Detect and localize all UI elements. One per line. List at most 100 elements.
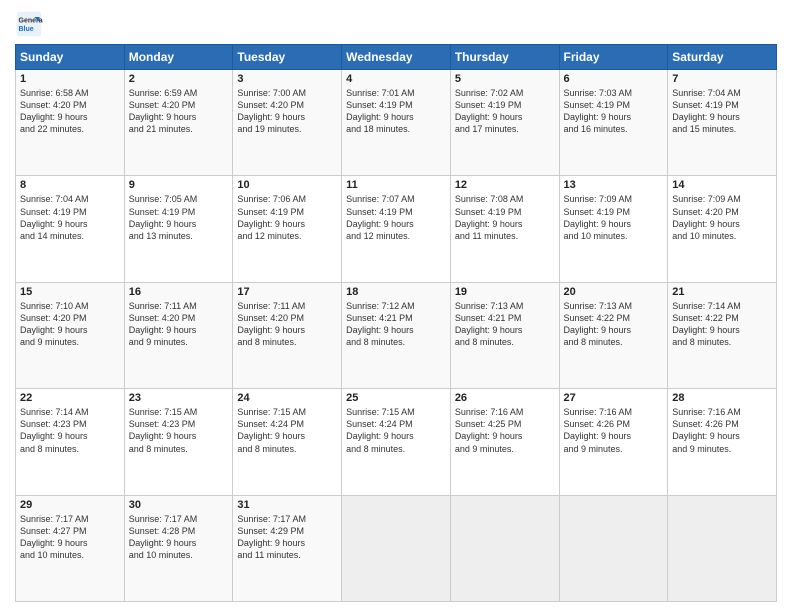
calendar-cell: 19 Sunrise: 7:13 AMSunset: 4:21 PMDayligh… [450,282,559,388]
calendar-cell [668,495,777,601]
day-number: 8 [20,179,120,191]
cell-info: Sunrise: 7:17 AMSunset: 4:27 PMDaylight:… [20,513,120,562]
cell-info: Sunrise: 7:15 AMSunset: 4:24 PMDaylight:… [237,406,337,455]
cell-info: Sunrise: 7:13 AMSunset: 4:21 PMDaylight:… [455,300,555,349]
svg-text:Blue: Blue [19,26,34,33]
day-number: 14 [672,179,772,191]
cell-info: Sunrise: 7:11 AMSunset: 4:20 PMDaylight:… [129,300,229,349]
calendar-cell: 16 Sunrise: 7:11 AMSunset: 4:20 PMDayligh… [124,282,233,388]
calendar-cell: 9 Sunrise: 7:05 AMSunset: 4:19 PMDaylight… [124,176,233,282]
cell-info: Sunrise: 7:02 AMSunset: 4:19 PMDaylight:… [455,87,555,136]
day-number: 20 [564,286,664,298]
day-number: 31 [237,499,337,511]
calendar-cell: 15 Sunrise: 7:10 AMSunset: 4:20 PMDayligh… [16,282,125,388]
day-number: 17 [237,286,337,298]
calendar-cell: 10Sunrise: 7:06 AMSunset: 4:19 PMDayligh… [233,176,342,282]
cell-info: Sunrise: 7:08 AMSunset: 4:19 PMDaylight:… [455,193,555,242]
cell-info: Sunrise: 7:14 AMSunset: 4:23 PMDaylight:… [20,406,120,455]
calendar-week-1: 1 Sunrise: 6:58 AMSunset: 4:20 PMDaylight… [16,70,777,176]
cell-info: Sunrise: 7:04 AMSunset: 4:19 PMDaylight:… [672,87,772,136]
day-number: 19 [455,286,555,298]
day-number: 15 [20,286,120,298]
calendar-cell: 22 Sunrise: 7:14 AMSunset: 4:23 PMDayligh… [16,389,125,495]
day-number: 27 [564,392,664,404]
day-number: 12 [455,179,555,191]
calendar-cell: 26 Sunrise: 7:16 AMSunset: 4:25 PMDayligh… [450,389,559,495]
calendar-cell: 2Sunrise: 6:59 AMSunset: 4:20 PMDaylight… [124,70,233,176]
calendar-cell [450,495,559,601]
calendar-cell: 28Sunrise: 7:16 AMSunset: 4:26 PMDayligh… [668,389,777,495]
day-number: 16 [129,286,229,298]
day-number: 24 [237,392,337,404]
cell-info: Sunrise: 7:07 AMSunset: 4:19 PMDaylight:… [346,193,446,242]
day-number: 3 [237,73,337,85]
calendar-cell: 18 Sunrise: 7:12 AMSunset: 4:21 PMDayligh… [342,282,451,388]
calendar-week-4: 22 Sunrise: 7:14 AMSunset: 4:23 PMDayligh… [16,389,777,495]
calendar-header-row: SundayMondayTuesdayWednesdayThursdayFrid… [16,45,777,70]
day-number: 29 [20,499,120,511]
cell-info: Sunrise: 7:16 AMSunset: 4:25 PMDaylight:… [455,406,555,455]
calendar-week-5: 29 Sunrise: 7:17 AMSunset: 4:27 PMDayligh… [16,495,777,601]
day-number: 26 [455,392,555,404]
cell-info: Sunrise: 7:17 AMSunset: 4:28 PMDaylight:… [129,513,229,562]
calendar-cell [342,495,451,601]
calendar-header-sunday: Sunday [16,45,125,70]
logo: General Blue [15,10,47,38]
cell-info: Sunrise: 7:15 AMSunset: 4:23 PMDaylight:… [129,406,229,455]
logo-icon: General Blue [15,10,43,38]
calendar-week-2: 8 Sunrise: 7:04 AMSunset: 4:19 PMDaylight… [16,176,777,282]
cell-info: Sunrise: 6:58 AMSunset: 4:20 PMDaylight:… [20,87,120,136]
calendar-cell: 3 Sunrise: 7:00 AMSunset: 4:20 PMDaylight… [233,70,342,176]
calendar-cell: 12 Sunrise: 7:08 AMSunset: 4:19 PMDayligh… [450,176,559,282]
calendar-cell: 25 Sunrise: 7:15 AMSunset: 4:24 PMDayligh… [342,389,451,495]
cell-info: Sunrise: 7:11 AMSunset: 4:20 PMDaylight:… [237,300,337,349]
calendar-cell: 4Sunrise: 7:01 AMSunset: 4:19 PMDaylight… [342,70,451,176]
cell-info: Sunrise: 6:59 AMSunset: 4:20 PMDaylight:… [129,87,229,136]
calendar-cell: 14Sunrise: 7:09 AMSunset: 4:20 PMDayligh… [668,176,777,282]
cell-info: Sunrise: 7:16 AMSunset: 4:26 PMDaylight:… [564,406,664,455]
calendar-cell: 13 Sunrise: 7:09 AMSunset: 4:19 PMDayligh… [559,176,668,282]
cell-info: Sunrise: 7:12 AMSunset: 4:21 PMDaylight:… [346,300,446,349]
day-number: 23 [129,392,229,404]
day-number: 11 [346,179,446,191]
day-number: 18 [346,286,446,298]
calendar-cell: 21Sunrise: 7:14 AMSunset: 4:22 PMDayligh… [668,282,777,388]
cell-info: Sunrise: 7:04 AMSunset: 4:19 PMDaylight:… [20,193,120,242]
calendar-cell: 29 Sunrise: 7:17 AMSunset: 4:27 PMDayligh… [16,495,125,601]
cell-info: Sunrise: 7:17 AMSunset: 4:29 PMDaylight:… [237,513,337,562]
day-number: 25 [346,392,446,404]
cell-info: Sunrise: 7:09 AMSunset: 4:19 PMDaylight:… [564,193,664,242]
calendar-header-monday: Monday [124,45,233,70]
calendar-cell: 5Sunrise: 7:02 AMSunset: 4:19 PMDaylight… [450,70,559,176]
calendar-cell: 27 Sunrise: 7:16 AMSunset: 4:26 PMDayligh… [559,389,668,495]
calendar-cell: 11 Sunrise: 7:07 AMSunset: 4:19 PMDayligh… [342,176,451,282]
calendar-header-thursday: Thursday [450,45,559,70]
day-number: 22 [20,392,120,404]
day-number: 9 [129,179,229,191]
calendar-week-3: 15 Sunrise: 7:10 AMSunset: 4:20 PMDayligh… [16,282,777,388]
calendar-cell: 7 Sunrise: 7:04 AMSunset: 4:19 PMDaylight… [668,70,777,176]
calendar-cell: 23 Sunrise: 7:15 AMSunset: 4:23 PMDayligh… [124,389,233,495]
day-number: 6 [564,73,664,85]
cell-info: Sunrise: 7:14 AMSunset: 4:22 PMDaylight:… [672,300,772,349]
day-number: 10 [237,179,337,191]
calendar-cell: 17 Sunrise: 7:11 AMSunset: 4:20 PMDayligh… [233,282,342,388]
day-number: 13 [564,179,664,191]
cell-info: Sunrise: 7:05 AMSunset: 4:19 PMDaylight:… [129,193,229,242]
calendar-cell: 20Sunrise: 7:13 AMSunset: 4:22 PMDayligh… [559,282,668,388]
calendar-header-friday: Friday [559,45,668,70]
calendar-cell: 6 Sunrise: 7:03 AMSunset: 4:19 PMDaylight… [559,70,668,176]
cell-info: Sunrise: 7:03 AMSunset: 4:19 PMDaylight:… [564,87,664,136]
day-number: 28 [672,392,772,404]
calendar-header-wednesday: Wednesday [342,45,451,70]
cell-info: Sunrise: 7:01 AMSunset: 4:19 PMDaylight:… [346,87,446,136]
day-number: 1 [20,73,120,85]
cell-info: Sunrise: 7:00 AMSunset: 4:20 PMDaylight:… [237,87,337,136]
cell-info: Sunrise: 7:15 AMSunset: 4:24 PMDaylight:… [346,406,446,455]
calendar-cell: 31 Sunrise: 7:17 AMSunset: 4:29 PMDayligh… [233,495,342,601]
calendar-header-saturday: Saturday [668,45,777,70]
day-number: 7 [672,73,772,85]
calendar-cell: 8 Sunrise: 7:04 AMSunset: 4:19 PMDaylight… [16,176,125,282]
calendar-cell [559,495,668,601]
cell-info: Sunrise: 7:10 AMSunset: 4:20 PMDaylight:… [20,300,120,349]
